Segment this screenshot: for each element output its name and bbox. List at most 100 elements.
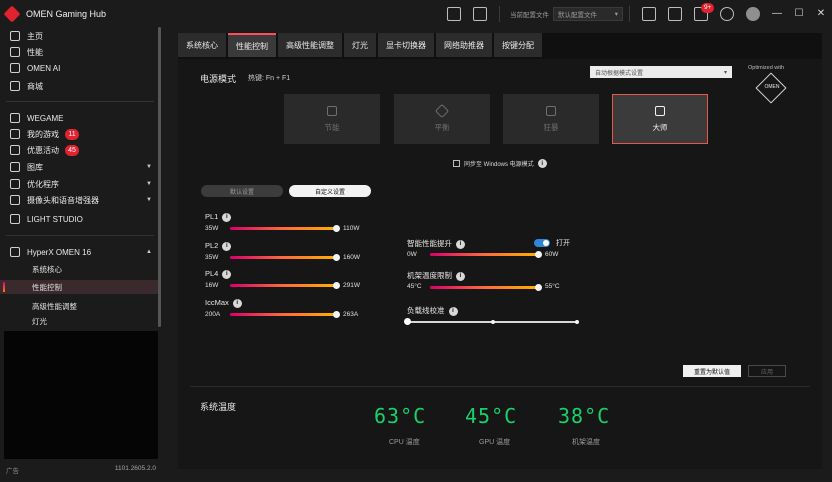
- sidebar-item-label: 性能: [27, 47, 43, 57]
- mode-label: 狂暴: [543, 122, 559, 132]
- mode-eco[interactable]: 节能: [284, 94, 380, 144]
- sidebar-sub-system-core[interactable]: 系统核心: [0, 262, 158, 276]
- divider: [499, 5, 500, 22]
- mode-dropdown[interactable]: 自动根据模式设置 ▾: [590, 66, 732, 78]
- close-button[interactable]: ✕: [810, 0, 832, 27]
- sidebar-scrollbar[interactable]: [158, 27, 161, 327]
- checkbox[interactable]: [453, 160, 460, 167]
- pl1-slider[interactable]: [230, 224, 340, 232]
- slider-knob[interactable]: [332, 281, 340, 289]
- info-icon[interactable]: i: [448, 306, 458, 316]
- home-icon[interactable]: [473, 6, 487, 21]
- pl1-min: 35W: [205, 225, 219, 232]
- sidebar-item-light-studio[interactable]: LIGHT STUDIO: [0, 212, 158, 226]
- smart-boost-slider[interactable]: [430, 250, 542, 258]
- power-mode-title: 电源模式: [200, 74, 237, 84]
- smart-boost-toggle[interactable]: [534, 239, 550, 247]
- tab-key-assignment[interactable]: 按键分配: [494, 33, 542, 57]
- sidebar-item-my-games[interactable]: 我的游戏 11: [0, 127, 158, 141]
- version-label: 1101.2605.2.0: [114, 465, 156, 472]
- sidebar-item-label: 图库: [27, 162, 43, 172]
- info-icon[interactable]: i: [222, 212, 232, 222]
- slider-fill: [430, 286, 538, 289]
- slider-knob[interactable]: [404, 318, 411, 325]
- title-bar: OMEN Gaming Hub 当前配置文件 默认配置文件 ▾ 9+ — ☐ ✕: [0, 0, 832, 27]
- sidebar-item-label: 我的游戏: [27, 129, 59, 139]
- diamond-icon: [434, 103, 450, 118]
- bell-icon[interactable]: 9+: [694, 2, 715, 21]
- sidebar-item-camera[interactable]: 摄像头和语音增强器 ▼: [0, 193, 158, 207]
- tab-network-booster[interactable]: 网络助推器: [436, 33, 492, 57]
- controller-icon[interactable]: [642, 6, 656, 21]
- caret-down-icon: ▼: [146, 164, 152, 170]
- sidebar-item-label: OMEN AI: [27, 63, 61, 73]
- reset-button[interactable]: 重置为默认值: [683, 365, 741, 377]
- sidebar-sub-lighting[interactable]: 灯光: [0, 317, 158, 326]
- sidebar-sub-advanced-tuning[interactable]: 高级性能调整: [0, 299, 158, 313]
- info-icon[interactable]: i: [537, 159, 547, 168]
- default-settings-pill[interactable]: 默认设置: [201, 185, 283, 197]
- mode-performance[interactable]: 狂暴: [503, 94, 599, 144]
- apply-button[interactable]: 应用: [748, 365, 786, 377]
- tab-lighting[interactable]: 灯光: [344, 33, 376, 57]
- pl4-slider[interactable]: [230, 281, 340, 289]
- slider-knob[interactable]: [332, 310, 340, 318]
- thermal-limit-slider[interactable]: [430, 283, 542, 291]
- load-line-slider[interactable]: [404, 318, 579, 325]
- store-icon: [10, 81, 20, 91]
- chevron-down-icon: ▾: [614, 10, 618, 18]
- settings-toggle: 默认设置 自定义设置: [201, 185, 371, 197]
- sidebar-item-label: HyperX OMEN 16: [27, 247, 92, 257]
- bars-star-icon: [655, 105, 665, 116]
- sidebar-item-optimizer[interactable]: 优化程序 ▼: [0, 177, 158, 191]
- gear-icon[interactable]: [720, 6, 734, 21]
- sidebar-item-promotions[interactable]: 优惠活动 45: [0, 143, 158, 157]
- sync-windows-option[interactable]: 同步至 Windows 电源模式 i: [453, 159, 547, 168]
- library-icon: [10, 129, 20, 139]
- performance-icon: [10, 47, 20, 57]
- sidebar-item-gallery[interactable]: 图库 ▼: [0, 160, 158, 174]
- sidebar-item-performance[interactable]: 性能: [0, 45, 158, 59]
- sidebar-item-home[interactable]: 主页: [0, 29, 158, 43]
- minimize-button[interactable]: —: [766, 0, 788, 27]
- config-select[interactable]: 默认配置文件 ▾: [553, 6, 623, 21]
- thermal-limit-label: 机架温度限制 i: [407, 270, 465, 281]
- performance-panel: 电源模式 热键: Fn + F1 自动根据模式设置 ▾ Optimized wi…: [178, 59, 822, 469]
- caret-up-icon: ▲: [146, 249, 152, 255]
- slider-knob[interactable]: [332, 224, 340, 232]
- tab-system-core[interactable]: 系统核心: [178, 33, 226, 57]
- pl1-max: 110W: [343, 225, 360, 232]
- slider-stop[interactable]: [491, 320, 495, 324]
- pl2-slider[interactable]: [230, 253, 340, 261]
- tab-advanced-tuning[interactable]: 高级性能调整: [278, 33, 342, 57]
- monitor-icon[interactable]: [668, 6, 682, 21]
- library-icon[interactable]: [447, 6, 461, 21]
- iccmax-slider[interactable]: [230, 310, 340, 318]
- iccmax-max: 263A: [343, 311, 359, 318]
- slider-stop[interactable]: [575, 320, 579, 324]
- mode-master[interactable]: 大师: [612, 94, 708, 144]
- slider-fill: [230, 227, 336, 230]
- info-icon[interactable]: i: [222, 241, 232, 251]
- slider-knob[interactable]: [534, 250, 542, 258]
- info-icon[interactable]: i: [456, 271, 465, 281]
- caret-down-icon: ▼: [146, 197, 152, 203]
- sidebar-sub-performance-control[interactable]: 性能控制: [0, 280, 158, 294]
- info-icon[interactable]: i: [222, 269, 232, 279]
- custom-settings-pill[interactable]: 自定义设置: [289, 185, 371, 197]
- mode-balanced[interactable]: 平衡: [394, 94, 490, 144]
- sidebar-item-wegame[interactable]: WEGAME: [0, 111, 158, 125]
- tab-performance-control[interactable]: 性能控制: [228, 33, 276, 57]
- slider-knob[interactable]: [534, 283, 542, 291]
- info-icon[interactable]: i: [232, 298, 242, 308]
- app-title: OMEN Gaming Hub: [26, 8, 107, 19]
- tab-gpu-switcher[interactable]: 显卡切换器: [378, 33, 434, 57]
- count-badge: 45: [65, 144, 79, 156]
- maximize-button[interactable]: ☐: [788, 0, 810, 27]
- sidebar-item-omen-ai[interactable]: OMEN AI: [0, 61, 158, 75]
- avatar[interactable]: [746, 6, 760, 21]
- sidebar-item-store[interactable]: 商城: [0, 79, 158, 93]
- info-icon[interactable]: i: [456, 239, 465, 249]
- sidebar-item-device[interactable]: HyperX OMEN 16 ▲: [0, 245, 158, 259]
- slider-knob[interactable]: [332, 253, 340, 261]
